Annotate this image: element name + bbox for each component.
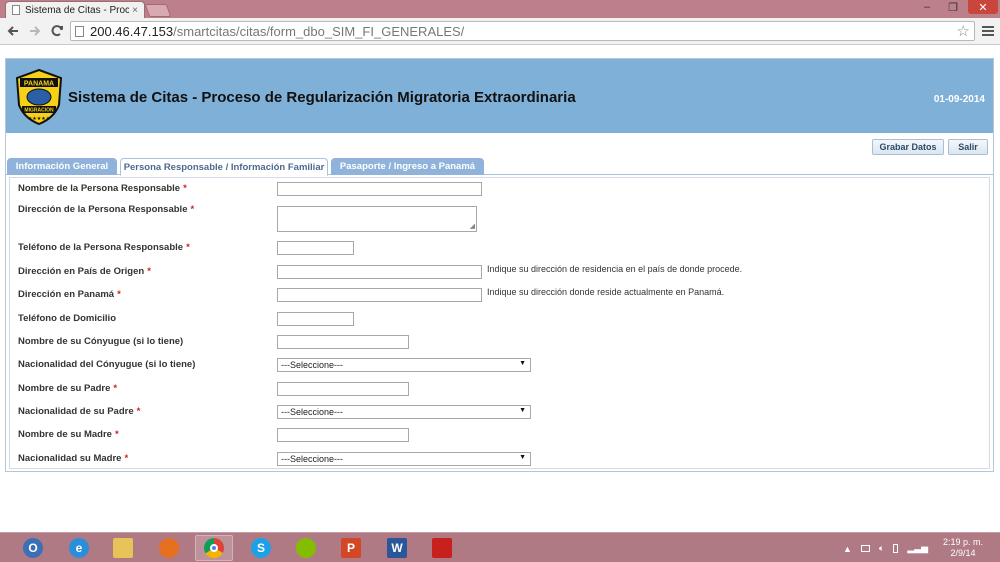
taskbar-powerpoint[interactable]: P (332, 535, 370, 561)
network-signal-icon[interactable]: ▂▃▅ (907, 543, 928, 554)
reload-icon[interactable] (48, 22, 66, 40)
taskbar-outlook[interactable]: O (14, 535, 52, 561)
new-tab-button[interactable] (144, 4, 172, 17)
word-icon: W (387, 538, 407, 558)
taskbar-clock[interactable]: 2:19 p. m. 2/9/14 (935, 537, 991, 559)
taskbar-chrome[interactable] (195, 535, 233, 561)
father-name-input[interactable] (277, 382, 409, 396)
field-label: Nombre de su Padre * (18, 383, 118, 394)
field-label: Teléfono de la Persona Responsable * (18, 242, 190, 253)
url-host: 200.46.47.153 (90, 23, 174, 39)
responsable-address-textarea[interactable]: ◢ (277, 206, 477, 232)
forward-arrow-icon[interactable] (26, 22, 44, 40)
taskbar-acrobat[interactable] (423, 535, 461, 561)
powerpoint-icon: P (341, 538, 361, 558)
svg-text:MIGRACION: MIGRACION (24, 108, 54, 114)
system-tray: ▲ 🔈︎ ▂▃▅ (843, 543, 928, 554)
tab-informacion-general[interactable]: Información General (7, 158, 117, 175)
father-nationality-select[interactable]: ---Seleccione--- ▼ (277, 405, 531, 419)
url-path: /smartcitas/citas/form_dbo_SIM_FI_GENERA… (173, 23, 465, 39)
tab-persona-responsable[interactable]: Persona Responsable / Información Famili… (120, 158, 328, 176)
spotify-icon (296, 538, 316, 558)
app-header: PANAMA MIGRACION ★★★★★ Sistema de Citas … (6, 59, 993, 133)
form-tabs: Información General Persona Responsable … (6, 157, 993, 176)
page-icon (12, 5, 20, 15)
chrome-icon (204, 538, 224, 558)
mother-name-input[interactable] (277, 428, 409, 442)
skype-icon: S (251, 538, 271, 558)
field-label: Nombre de su Cónyugue (si lo tiene) (18, 336, 184, 347)
taskbar-skype[interactable]: S (242, 535, 280, 561)
dropdown-arrow-icon: ▼ (519, 454, 526, 461)
close-window-button[interactable]: ✕ (968, 0, 998, 14)
browser-toolbar: 200.46.47.153/smartcitas/citas/form_dbo_… (0, 18, 1000, 45)
browser-title-bar: Sistema de Citas - Proceso × – ❐ ✕ (0, 0, 1000, 18)
home-phone-input[interactable] (277, 312, 354, 326)
page-title: Sistema de Citas - Proceso de Regulariza… (68, 89, 576, 106)
outlook-icon: O (23, 538, 43, 558)
taskbar-word[interactable]: W (378, 535, 416, 561)
responsable-phone-input[interactable] (277, 241, 354, 255)
clock-date: 2/9/14 (950, 548, 976, 558)
taskbar-firefox[interactable] (150, 535, 188, 561)
firefox-icon (159, 538, 179, 558)
field-label: Nacionalidad de su Padre * (18, 406, 141, 417)
field-label: Nacionalidad del Cónyugue (si lo tiene) (18, 359, 196, 370)
page-viewport: PANAMA MIGRACION ★★★★★ Sistema de Citas … (0, 45, 1000, 532)
origin-address-input[interactable] (277, 265, 482, 279)
resize-grip-icon[interactable]: ◢ (470, 223, 475, 230)
panama-address-input[interactable] (277, 288, 482, 302)
page-icon (75, 25, 84, 37)
svg-text:PANAMA: PANAMA (24, 81, 54, 88)
field-hint: Indique su dirección donde reside actual… (487, 287, 725, 297)
maximize-window-button[interactable]: ❐ (942, 0, 964, 14)
field-label: Dirección de la Persona Responsable * (18, 204, 195, 215)
spouse-nationality-select[interactable]: ---Seleccione--- ▼ (277, 358, 531, 372)
app-container: PANAMA MIGRACION ★★★★★ Sistema de Citas … (5, 58, 994, 472)
folder-icon (113, 538, 133, 558)
field-label: Teléfono de Domicilio (18, 313, 116, 324)
field-label: Dirección en País de Origen * (18, 266, 151, 277)
taskbar-file-explorer[interactable] (104, 535, 142, 561)
acrobat-icon (432, 538, 452, 558)
back-arrow-icon[interactable] (4, 22, 22, 40)
header-date: 01-09-2014 (933, 94, 985, 105)
field-label: Nombre de su Madre * (18, 429, 119, 440)
mother-nationality-select[interactable]: ---Seleccione--- ▼ (277, 452, 531, 466)
save-button[interactable]: Grabar Datos (872, 139, 944, 155)
minimize-window-button[interactable]: – (916, 0, 938, 14)
action-bar: Grabar Datos Salir (6, 133, 993, 157)
browser-tab-title: Sistema de Citas - Proceso (25, 4, 129, 16)
spouse-name-input[interactable] (277, 335, 409, 349)
taskbar-internet-explorer[interactable]: e (60, 535, 98, 561)
field-hint: Indique su dirección de residencia en el… (487, 264, 743, 274)
battery-icon[interactable] (893, 544, 899, 553)
responsable-name-input[interactable] (277, 182, 482, 196)
dropdown-arrow-icon: ▼ (519, 407, 526, 414)
migracion-logo: PANAMA MIGRACION ★★★★★ (15, 69, 63, 125)
field-label: Nombre de la Persona Responsable * (18, 183, 187, 194)
address-bar[interactable]: 200.46.47.153/smartcitas/citas/form_dbo_… (70, 21, 975, 41)
dropdown-arrow-icon: ▼ (519, 360, 526, 367)
browser-menu-icon[interactable] (980, 22, 996, 40)
windows-taskbar: O e S P W ▲ 🔈︎ ▂▃▅ 2:19 p. m. 2/9/14 (0, 532, 1000, 562)
keyboard-icon[interactable] (860, 545, 870, 552)
volume-icon[interactable]: 🔈︎ (879, 543, 884, 554)
responsable-form: Nombre de la Persona Responsable * Direcc… (9, 177, 990, 469)
exit-button[interactable]: Salir (948, 139, 988, 155)
taskbar-spotify[interactable] (287, 535, 325, 561)
close-tab-icon[interactable]: × (129, 5, 141, 16)
field-label: Nacionalidad su Madre * (18, 453, 129, 464)
bookmark-star-icon[interactable]: ☆ (957, 22, 970, 40)
clock-time: 2:19 p. m. (942, 537, 984, 547)
browser-tab[interactable]: Sistema de Citas - Proceso × (5, 1, 145, 18)
field-label: Dirección en Panamá * (18, 289, 121, 300)
show-hidden-icons-arrow-icon[interactable]: ▲ (843, 544, 852, 554)
svg-text:★★★★★: ★★★★★ (28, 116, 51, 122)
internet-explorer-icon: e (69, 538, 89, 558)
tab-pasaporte[interactable]: Pasaporte / Ingreso a Panamá (331, 158, 484, 175)
